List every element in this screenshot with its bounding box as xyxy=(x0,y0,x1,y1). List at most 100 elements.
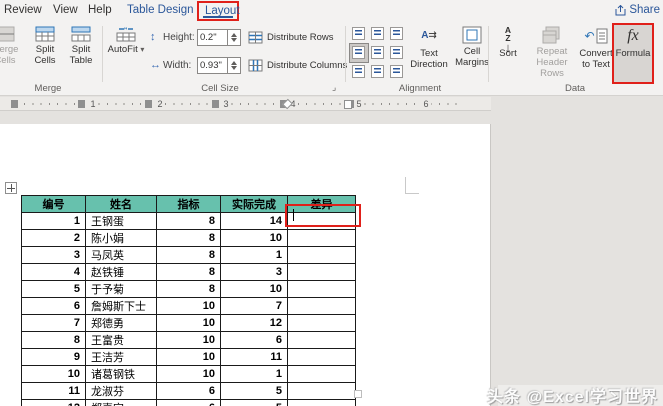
cell-actual[interactable]: 7 xyxy=(221,298,288,315)
cell-actual[interactable]: 12 xyxy=(221,315,288,332)
width-spinner[interactable] xyxy=(228,57,241,74)
cell-diff[interactable] xyxy=(288,383,356,400)
cell-diff[interactable] xyxy=(288,264,356,281)
cell-target[interactable]: 8 xyxy=(157,281,221,298)
sort-button[interactable]: AZ ↓ Sort xyxy=(492,24,524,82)
cell-id[interactable]: 4 xyxy=(22,264,86,281)
cell-diff[interactable] xyxy=(288,247,356,264)
header-name[interactable]: 姓名 xyxy=(86,196,157,213)
cell-target[interactable]: 6 xyxy=(157,400,221,406)
cell-target[interactable]: 10 xyxy=(157,366,221,383)
cell-diff[interactable] xyxy=(288,332,356,349)
align-bottom-center-button[interactable] xyxy=(369,63,387,81)
cell-target[interactable]: 8 xyxy=(157,213,221,230)
cell-id[interactable]: 8 xyxy=(22,332,86,349)
cell-name[interactable]: 郑喜定 xyxy=(86,400,157,406)
cell-actual[interactable]: 6 xyxy=(221,332,288,349)
cell-actual[interactable]: 3 xyxy=(221,264,288,281)
distribute-columns-button[interactable]: Distribute Columns xyxy=(248,56,347,74)
cell-id[interactable]: 1 xyxy=(22,213,86,230)
cell-actual[interactable]: 10 xyxy=(221,230,288,247)
horizontal-ruler[interactable]: 1 2 3 4 5 6 xyxy=(0,97,491,111)
cell-actual[interactable]: 14 xyxy=(221,213,288,230)
height-input[interactable] xyxy=(197,29,228,46)
cell-name[interactable]: 王钢蛋 xyxy=(86,213,157,230)
cell-target[interactable]: 8 xyxy=(157,247,221,264)
autofit-button[interactable]: AutoFit ▾ xyxy=(105,24,147,82)
distribute-rows-button[interactable]: Distribute Rows xyxy=(248,28,334,46)
cell-id[interactable]: 11 xyxy=(22,383,86,400)
cell-margins-button[interactable]: Cell Margins xyxy=(451,24,493,82)
cell-name[interactable]: 赵铁锤 xyxy=(86,264,157,281)
align-center-right-button[interactable] xyxy=(388,44,406,62)
cell-diff[interactable] xyxy=(288,349,356,366)
cell-actual[interactable]: 1 xyxy=(221,366,288,383)
menu-tab-table-design[interactable]: Table Design xyxy=(127,4,193,16)
cell-diff[interactable] xyxy=(288,366,356,383)
formula-button[interactable]: fx Formula xyxy=(614,24,652,82)
cell-diff[interactable] xyxy=(288,298,356,315)
convert-to-text-button[interactable]: ↶ Convert to Text xyxy=(578,24,614,82)
cell-actual[interactable]: 5 xyxy=(221,400,288,406)
menu-tab-review[interactable]: Review xyxy=(4,4,42,16)
cell-diff[interactable] xyxy=(288,315,356,332)
cell-id[interactable]: 6 xyxy=(22,298,86,315)
cell-target[interactable]: 10 xyxy=(157,298,221,315)
split-table-button[interactable]: Split Table xyxy=(63,24,99,82)
cell-target[interactable]: 10 xyxy=(157,315,221,332)
ruler-column-marker[interactable] xyxy=(11,100,18,108)
cell-name[interactable]: 王洁芳 xyxy=(86,349,157,366)
menu-tab-help[interactable]: Help xyxy=(88,4,112,16)
table-resize-handle[interactable] xyxy=(354,390,362,398)
cell-diff[interactable] xyxy=(288,400,356,406)
cell-name[interactable]: 马凤英 xyxy=(86,247,157,264)
cell-target[interactable]: 10 xyxy=(157,349,221,366)
cell-id[interactable]: 12 xyxy=(22,400,86,406)
cell-name[interactable]: 詹姆斯下士 xyxy=(86,298,157,315)
ruler-column-marker[interactable] xyxy=(212,100,219,108)
header-id[interactable]: 编号 xyxy=(22,196,86,213)
cell-name[interactable]: 龙淑芬 xyxy=(86,383,157,400)
align-top-left-button[interactable] xyxy=(350,25,368,43)
header-target[interactable]: 指标 xyxy=(157,196,221,213)
cell-actual[interactable]: 10 xyxy=(221,281,288,298)
cell-name[interactable]: 诸葛钢铁 xyxy=(86,366,157,383)
align-bottom-left-button[interactable] xyxy=(350,63,368,81)
cell-target[interactable]: 8 xyxy=(157,230,221,247)
left-indent-marker[interactable] xyxy=(344,100,352,109)
align-top-right-button[interactable] xyxy=(388,25,406,43)
cell-id[interactable]: 2 xyxy=(22,230,86,247)
cell-actual[interactable]: 1 xyxy=(221,247,288,264)
width-input[interactable] xyxy=(197,57,228,74)
cell-id[interactable]: 9 xyxy=(22,349,86,366)
menu-tab-view[interactable]: View xyxy=(53,4,78,16)
height-spinner[interactable] xyxy=(228,29,241,46)
share-button[interactable]: Share xyxy=(615,4,660,16)
align-center-button[interactable] xyxy=(369,44,387,62)
align-bottom-right-button[interactable] xyxy=(388,63,406,81)
cell-size-dialog-launcher[interactable]: ⌟ xyxy=(332,82,336,93)
cell-name[interactable]: 于予菊 xyxy=(86,281,157,298)
cell-target[interactable]: 6 xyxy=(157,383,221,400)
ruler-column-marker[interactable] xyxy=(78,100,85,108)
cell-id[interactable]: 3 xyxy=(22,247,86,264)
split-cells-button[interactable]: Split Cells xyxy=(28,24,62,82)
header-actual[interactable]: 实际完成 xyxy=(221,196,288,213)
ruler-column-marker[interactable] xyxy=(145,100,152,108)
cell-name[interactable]: 郑德勇 xyxy=(86,315,157,332)
text-direction-button[interactable]: A⇉ Text Direction xyxy=(406,24,452,82)
table-move-handle[interactable] xyxy=(5,182,17,194)
cell-name[interactable]: 王富贵 xyxy=(86,332,157,349)
autofit-dropdown-chevron[interactable]: ▾ xyxy=(140,45,144,54)
cell-target[interactable]: 8 xyxy=(157,264,221,281)
cell-diff[interactable] xyxy=(288,230,356,247)
cell-id[interactable]: 5 xyxy=(22,281,86,298)
cell-diff[interactable] xyxy=(288,281,356,298)
cell-actual[interactable]: 5 xyxy=(221,383,288,400)
merge-cells-button[interactable]: Merge Cells xyxy=(0,24,28,82)
cell-target[interactable]: 10 xyxy=(157,332,221,349)
align-center-left-button[interactable] xyxy=(350,44,368,62)
cell-actual[interactable]: 11 xyxy=(221,349,288,366)
cell-id[interactable]: 7 xyxy=(22,315,86,332)
cell-name[interactable]: 陈小娟 xyxy=(86,230,157,247)
